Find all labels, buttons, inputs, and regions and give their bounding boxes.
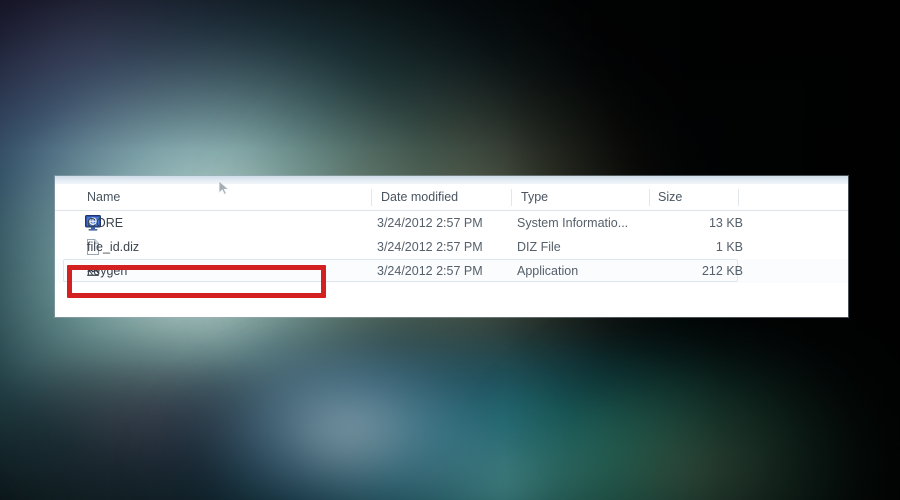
table-row[interactable]: file_id.diz 3/24/2012 2:57 PM DIZ File 1… — [55, 235, 848, 259]
column-header-type[interactable]: Type — [521, 184, 645, 210]
column-divider-name[interactable] — [371, 189, 372, 206]
table-row[interactable]: CORE 3/24/2012 2:57 PM System Informatio… — [55, 211, 848, 235]
file-name: file_id.diz — [87, 240, 140, 254]
panel-top-strip — [55, 176, 848, 184]
column-divider-date[interactable] — [511, 189, 512, 206]
file-size: 212 KB — [701, 264, 743, 278]
file-size: 1 KB — [715, 240, 743, 254]
column-divider-type[interactable] — [649, 189, 650, 206]
screenshot-root: Name Date modified Type Size CORE 3/24/2… — [0, 0, 900, 500]
column-header-name[interactable]: Name — [87, 184, 367, 210]
column-divider-size[interactable] — [738, 189, 739, 206]
column-header-date-modified[interactable]: Date modified — [381, 184, 507, 210]
file-date-modified: 3/24/2012 2:57 PM — [377, 216, 483, 230]
column-header-row: Name Date modified Type Size — [55, 184, 848, 211]
red-highlight-rectangle — [67, 265, 326, 298]
file-name: CORE — [87, 216, 124, 230]
file-date-modified: 3/24/2012 2:57 PM — [377, 264, 483, 278]
file-date-modified: 3/24/2012 2:57 PM — [377, 240, 483, 254]
file-size: 13 KB — [708, 216, 743, 230]
column-header-size[interactable]: Size — [658, 184, 734, 210]
